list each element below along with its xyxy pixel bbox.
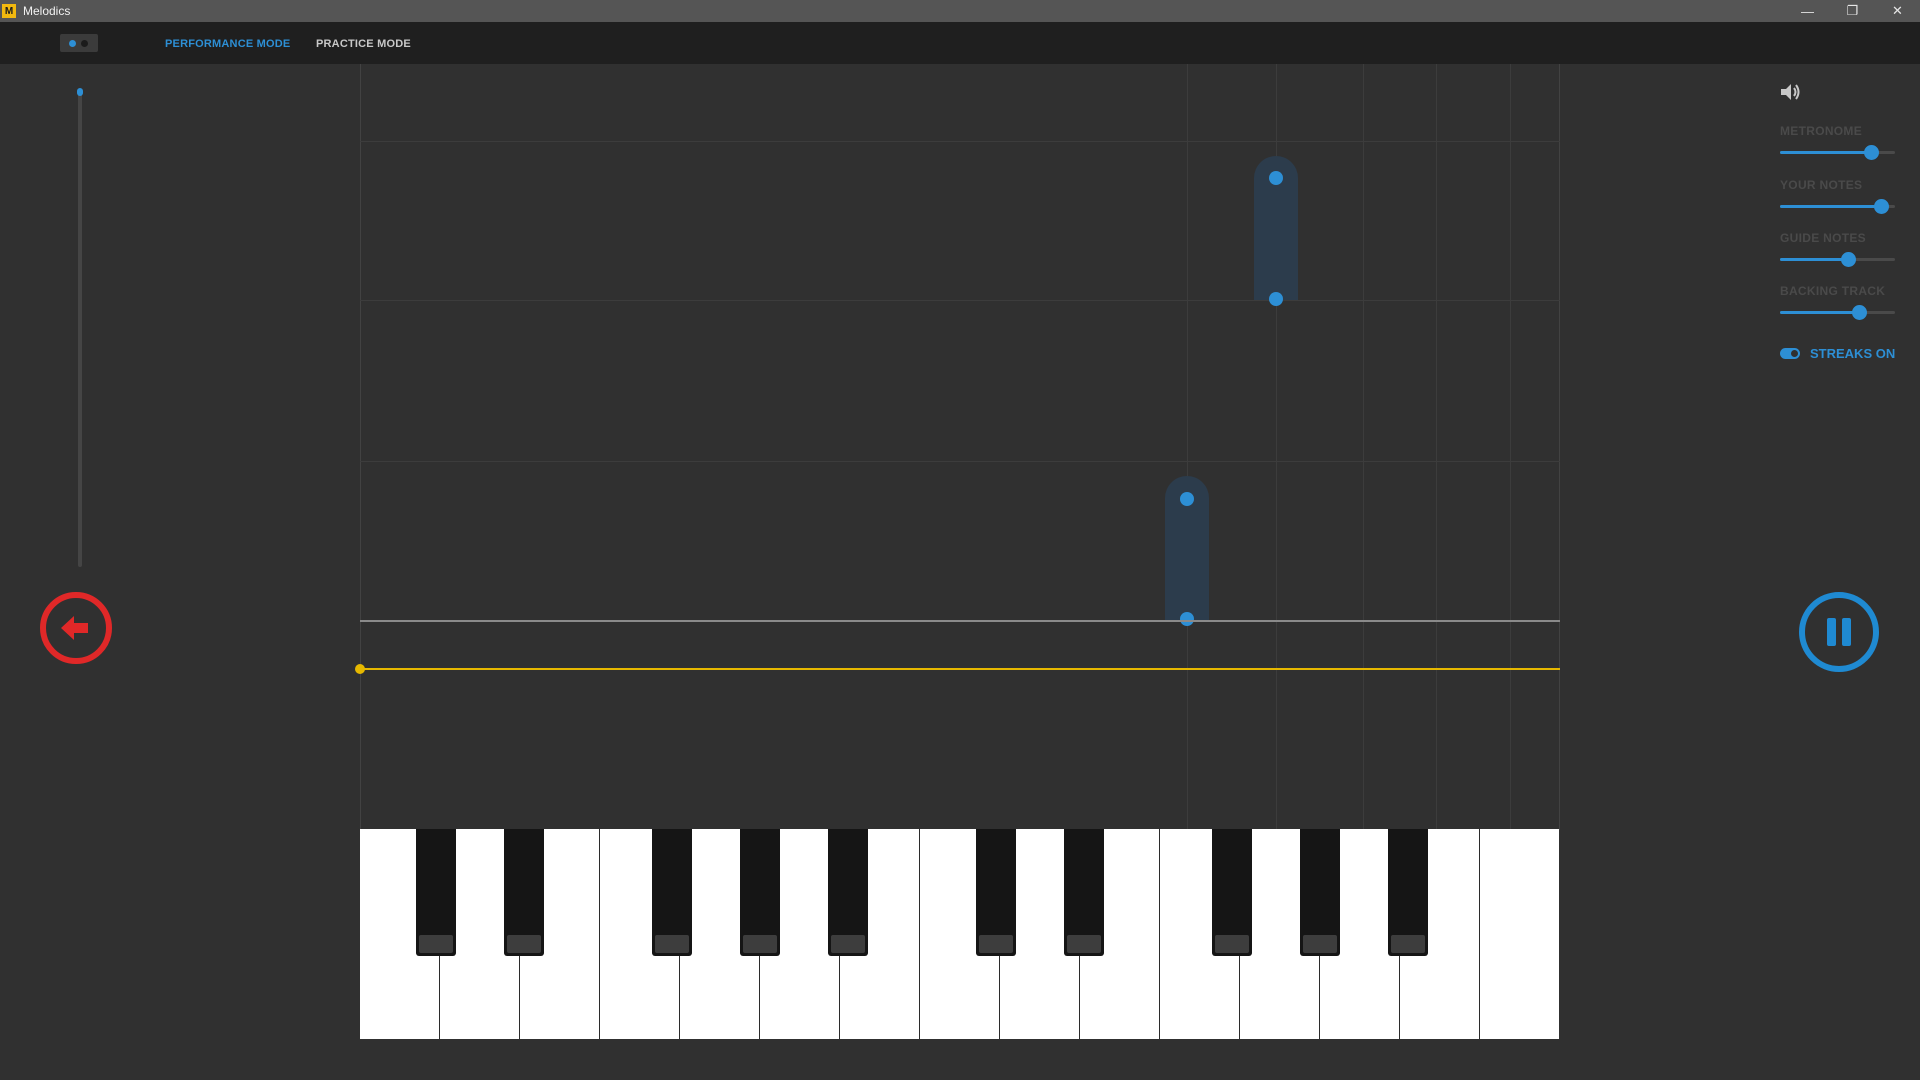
your-notes-label: YOUR NOTES (1780, 178, 1863, 192)
playhead-line (360, 668, 1560, 670)
streaks-label: STREAKS ON (1810, 346, 1896, 361)
metronome-label: METRONOME (1780, 124, 1863, 138)
close-button[interactable]: ✕ (1875, 0, 1920, 22)
key-cap (979, 935, 1013, 953)
black-key[interactable] (1212, 829, 1252, 956)
toggle-dot-inactive (81, 40, 88, 47)
guide-notes-label: GUIDE NOTES (1780, 231, 1866, 245)
grid-line (360, 461, 1560, 462)
slider-fill (1780, 205, 1882, 208)
black-key[interactable] (1064, 829, 1104, 956)
grid-line (360, 64, 361, 830)
metronome-slider[interactable] (1780, 145, 1895, 160)
playhead-dot (355, 664, 365, 674)
grid-line (1363, 64, 1364, 830)
black-key[interactable] (1300, 829, 1340, 956)
black-key[interactable] (1388, 829, 1428, 956)
piano-keyboard (360, 829, 1559, 1039)
title-bar: M Melodics — ❐ ✕ (0, 0, 1920, 22)
falling-note (1254, 178, 1298, 300)
pause-button[interactable] (1799, 592, 1879, 672)
black-key[interactable] (976, 829, 1016, 956)
note-end-dot (1269, 292, 1283, 306)
speaker-icon[interactable] (1780, 82, 1802, 102)
app-logo-icon: M (2, 4, 16, 18)
window-controls: — ❐ ✕ (1785, 0, 1920, 22)
key-cap (655, 935, 689, 953)
tab-practice-mode[interactable]: PRACTICE MODE (316, 38, 411, 50)
falling-note (1165, 498, 1209, 620)
white-key[interactable] (1480, 829, 1559, 1039)
backing-track-label: BACKING TRACK (1780, 284, 1886, 298)
back-arrow-icon (61, 616, 88, 640)
progress-slider-thumb[interactable] (77, 88, 83, 96)
slider-thumb[interactable] (1874, 199, 1890, 214)
slider-thumb[interactable] (1852, 305, 1868, 320)
pause-icon (1842, 618, 1851, 646)
top-bar: PERFORMANCE MODE PRACTICE MODE (0, 22, 1920, 64)
key-cap (1303, 935, 1337, 953)
key-cap (743, 935, 777, 953)
back-button[interactable] (40, 592, 112, 664)
grid-line (1436, 64, 1437, 830)
window-title: Melodics (23, 4, 71, 18)
backing-track-slider[interactable] (1780, 305, 1895, 320)
black-key[interactable] (740, 829, 780, 956)
grid-line (1187, 64, 1188, 830)
slider-fill (1780, 311, 1860, 314)
pause-icon (1827, 618, 1836, 646)
key-cap (1215, 935, 1249, 953)
key-cap (831, 935, 865, 953)
note-start-dot (1180, 492, 1194, 506)
note-highway (360, 64, 1560, 830)
grid-line (360, 300, 1560, 301)
key-cap (507, 935, 541, 953)
mode-toggle[interactable] (60, 34, 98, 52)
key-cap (419, 935, 453, 953)
black-key[interactable] (504, 829, 544, 956)
hit-line (360, 620, 1560, 622)
black-key[interactable] (652, 829, 692, 956)
note-start-dot (1269, 171, 1283, 185)
guide-notes-slider[interactable] (1780, 252, 1895, 267)
black-key[interactable] (828, 829, 868, 956)
key-cap (1067, 935, 1101, 953)
slider-fill (1780, 151, 1871, 154)
key-cap (1391, 935, 1425, 953)
note-end-dot (1180, 612, 1194, 626)
restore-button[interactable]: ❐ (1830, 0, 1875, 22)
slider-thumb[interactable] (1840, 252, 1856, 267)
slider-fill (1780, 258, 1848, 261)
grid-line (1559, 64, 1560, 830)
streaks-toggle-row[interactable]: STREAKS ON (1780, 346, 1895, 361)
your-notes-slider[interactable] (1780, 199, 1895, 214)
toggle-dot-active (69, 40, 76, 47)
black-key[interactable] (416, 829, 456, 956)
streaks-toggle[interactable] (1780, 348, 1800, 359)
minimize-button[interactable]: — (1785, 0, 1830, 22)
tab-performance-mode[interactable]: PERFORMANCE MODE (165, 38, 290, 50)
grid-line (1510, 64, 1511, 830)
progress-slider-track[interactable] (78, 90, 82, 567)
slider-thumb[interactable] (1863, 145, 1879, 160)
grid-line (360, 141, 1560, 142)
